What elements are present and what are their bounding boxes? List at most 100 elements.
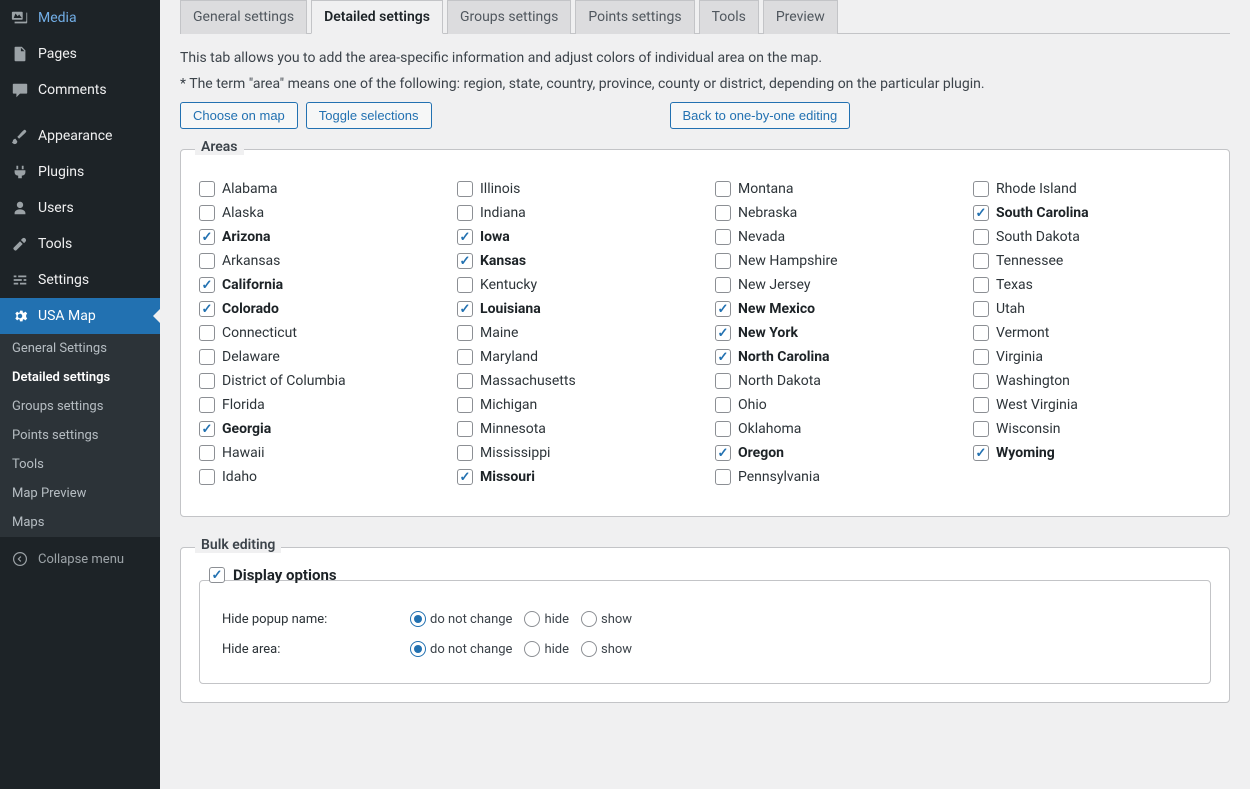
area-checkbox[interactable] xyxy=(715,277,731,293)
area-checkbox-row[interactable]: Ohio xyxy=(715,396,953,414)
sidebar-item-tools[interactable]: Tools xyxy=(0,226,160,262)
area-checkbox[interactable] xyxy=(715,325,731,341)
area-label[interactable]: Tennessee xyxy=(996,253,1063,269)
tab-tools[interactable]: Tools xyxy=(699,0,759,34)
submenu-item[interactable]: Map Preview xyxy=(0,479,160,508)
area-checkbox[interactable] xyxy=(973,445,989,461)
area-label[interactable]: Wisconsin xyxy=(996,421,1060,437)
area-label[interactable]: Virginia xyxy=(996,349,1043,365)
area-checkbox-row[interactable]: California xyxy=(199,276,437,294)
radio-button[interactable] xyxy=(410,611,426,627)
area-checkbox[interactable] xyxy=(457,301,473,317)
area-checkbox[interactable] xyxy=(199,229,215,245)
area-checkbox-row[interactable]: West Virginia xyxy=(973,396,1211,414)
display-options-checkbox[interactable] xyxy=(209,567,225,583)
area-label[interactable]: Connecticut xyxy=(222,325,297,341)
radio-button[interactable] xyxy=(524,641,540,657)
area-checkbox-row[interactable]: Washington xyxy=(973,372,1211,390)
area-checkbox-row[interactable]: Delaware xyxy=(199,348,437,366)
area-label[interactable]: Iowa xyxy=(480,229,510,245)
area-checkbox[interactable] xyxy=(973,205,989,221)
area-checkbox-row[interactable]: Colorado xyxy=(199,300,437,318)
area-checkbox-row[interactable]: Nebraska xyxy=(715,204,953,222)
area-checkbox[interactable] xyxy=(973,277,989,293)
area-checkbox[interactable] xyxy=(199,373,215,389)
area-label[interactable]: New York xyxy=(738,325,798,341)
area-checkbox-row[interactable]: Minnesota xyxy=(457,420,695,438)
area-checkbox[interactable] xyxy=(457,277,473,293)
area-label[interactable]: Kansas xyxy=(480,253,526,269)
area-checkbox-row[interactable]: Alaska xyxy=(199,204,437,222)
sidebar-item-users[interactable]: Users xyxy=(0,190,160,226)
area-checkbox-row[interactable]: Mississippi xyxy=(457,444,695,462)
area-checkbox-row[interactable]: Montana xyxy=(715,180,953,198)
area-checkbox-row[interactable]: South Dakota xyxy=(973,228,1211,246)
area-checkbox[interactable] xyxy=(199,445,215,461)
tab-groups[interactable]: Groups settings xyxy=(447,0,571,34)
area-label[interactable]: Nebraska xyxy=(738,205,797,221)
radio-label[interactable]: do not change xyxy=(430,642,512,657)
tab-points[interactable]: Points settings xyxy=(575,0,694,34)
area-label[interactable]: Nevada xyxy=(738,229,785,245)
area-checkbox-row[interactable]: Illinois xyxy=(457,180,695,198)
area-label[interactable]: Pennsylvania xyxy=(738,469,820,485)
area-checkbox[interactable] xyxy=(457,469,473,485)
area-checkbox-row[interactable]: North Dakota xyxy=(715,372,953,390)
area-checkbox[interactable] xyxy=(715,181,731,197)
area-label[interactable]: Colorado xyxy=(222,301,279,317)
area-checkbox[interactable] xyxy=(973,253,989,269)
area-checkbox-row[interactable]: Arizona xyxy=(199,228,437,246)
area-checkbox-row[interactable]: Oregon xyxy=(715,444,953,462)
area-checkbox[interactable] xyxy=(457,325,473,341)
area-checkbox[interactable] xyxy=(973,349,989,365)
area-checkbox[interactable] xyxy=(715,205,731,221)
area-checkbox[interactable] xyxy=(973,229,989,245)
area-label[interactable]: Kentucky xyxy=(480,277,537,293)
area-label[interactable]: Maine xyxy=(480,325,518,341)
area-label[interactable]: New Jersey xyxy=(738,277,810,293)
area-checkbox-row[interactable]: Tennessee xyxy=(973,252,1211,270)
area-label[interactable]: North Dakota xyxy=(738,373,821,389)
area-checkbox[interactable] xyxy=(199,325,215,341)
area-checkbox-row[interactable]: Rhode Island xyxy=(973,180,1211,198)
tab-detailed[interactable]: Detailed settings xyxy=(311,0,443,34)
area-checkbox[interactable] xyxy=(973,397,989,413)
area-label[interactable]: Alabama xyxy=(222,181,278,197)
area-checkbox-row[interactable]: Hawaii xyxy=(199,444,437,462)
area-label[interactable]: Louisiana xyxy=(480,301,541,317)
area-checkbox-row[interactable]: Virginia xyxy=(973,348,1211,366)
sidebar-item-media[interactable]: Media xyxy=(0,0,160,36)
area-label[interactable]: Maryland xyxy=(480,349,538,365)
area-label[interactable]: Utah xyxy=(996,301,1025,317)
area-checkbox-row[interactable]: Louisiana xyxy=(457,300,695,318)
area-checkbox-row[interactable]: Michigan xyxy=(457,396,695,414)
area-checkbox-row[interactable]: Texas xyxy=(973,276,1211,294)
area-checkbox[interactable] xyxy=(715,397,731,413)
area-checkbox-row[interactable]: New York xyxy=(715,324,953,342)
sidebar-item-usa-map[interactable]: USA Map xyxy=(0,298,160,334)
area-checkbox[interactable] xyxy=(715,349,731,365)
area-checkbox[interactable] xyxy=(715,229,731,245)
submenu-item[interactable]: Tools xyxy=(0,450,160,479)
sidebar-item-settings[interactable]: Settings xyxy=(0,262,160,298)
area-checkbox-row[interactable]: Kansas xyxy=(457,252,695,270)
area-label[interactable]: Oregon xyxy=(738,445,784,461)
area-label[interactable]: Michigan xyxy=(480,397,537,413)
area-checkbox-row[interactable]: Indiana xyxy=(457,204,695,222)
area-checkbox[interactable] xyxy=(457,181,473,197)
area-checkbox-row[interactable]: Maine xyxy=(457,324,695,342)
sidebar-item-plugins[interactable]: Plugins xyxy=(0,154,160,190)
area-checkbox-row[interactable]: Missouri xyxy=(457,468,695,486)
tab-general[interactable]: General settings xyxy=(180,0,307,34)
area-label[interactable]: Texas xyxy=(996,277,1033,293)
area-label[interactable]: Indiana xyxy=(480,205,526,221)
radio-label[interactable]: do not change xyxy=(430,612,512,627)
area-checkbox-row[interactable]: Florida xyxy=(199,396,437,414)
area-label[interactable]: Hawaii xyxy=(222,445,265,461)
area-label[interactable]: Mississippi xyxy=(480,445,550,461)
area-checkbox-row[interactable]: North Carolina xyxy=(715,348,953,366)
area-checkbox-row[interactable]: District of Columbia xyxy=(199,372,437,390)
area-label[interactable]: North Carolina xyxy=(738,349,830,365)
area-checkbox-row[interactable]: Connecticut xyxy=(199,324,437,342)
area-checkbox[interactable] xyxy=(457,397,473,413)
